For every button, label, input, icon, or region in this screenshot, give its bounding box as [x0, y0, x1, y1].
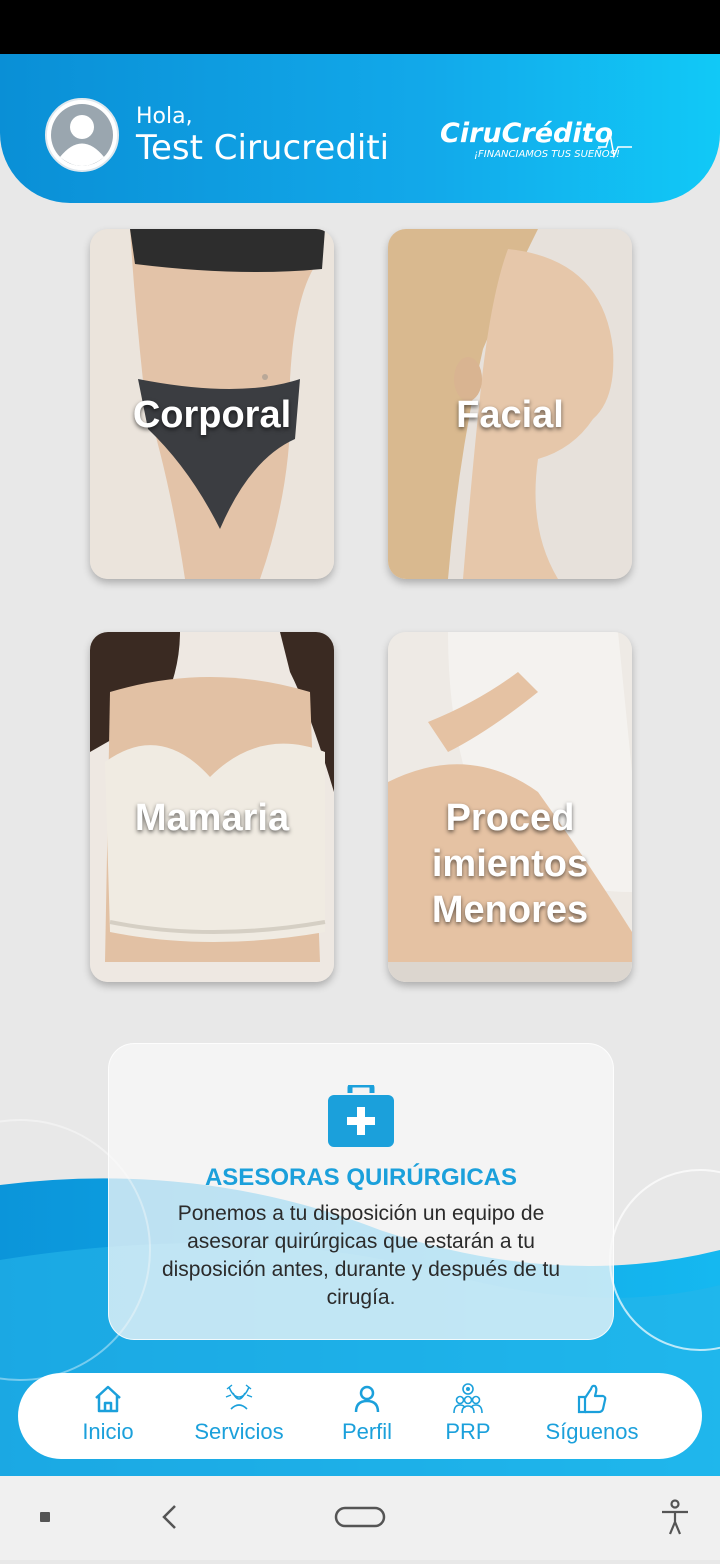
nav-label: Servicios — [194, 1419, 284, 1444]
category-label-line: Menores — [431, 889, 589, 931]
category-label: Facial — [456, 394, 564, 436]
recents-icon — [40, 1512, 50, 1522]
nav-label: Inicio — [82, 1419, 134, 1444]
header: Hola, Test Cirucrediti CiruCrédito ¡FINA… — [0, 54, 720, 203]
home-pill-icon — [334, 1506, 386, 1528]
nav-label: PRP — [445, 1419, 491, 1444]
category-card-procedimientos-menores[interactable]: Proced imientos Menores — [388, 632, 632, 982]
status-bar — [0, 0, 720, 54]
category-label-line: Proced — [445, 797, 575, 839]
nav-label: Perfil — [341, 1419, 393, 1444]
home-icon — [95, 1385, 121, 1413]
category-card-facial[interactable]: Facial — [388, 229, 632, 579]
info-title: ASESORAS QUIRÚRGICAS — [204, 1164, 518, 1191]
nav-item-perfil[interactable]: Perfil — [332, 1383, 402, 1453]
category-label-line: imientos — [431, 843, 589, 885]
nav-item-inicio[interactable]: Inicio — [68, 1383, 148, 1453]
category-label: Corporal — [132, 394, 292, 436]
brand-logo: CiruCrédito ¡FINANCIAMOS TUS SUEÑOS! — [440, 114, 635, 170]
services-icon — [225, 1384, 253, 1410]
category-card-corporal[interactable]: Corporal — [90, 229, 334, 579]
avatar[interactable] — [45, 98, 119, 172]
info-card-asesoras[interactable]: ASESORAS QUIRÚRGICAS Ponemos a tu dispos… — [108, 1043, 614, 1340]
nav-label: Síguenos — [545, 1419, 639, 1444]
accessibility-icon — [662, 1499, 688, 1535]
user-icon — [354, 1385, 380, 1413]
user-name: Test Cirucrediti — [136, 128, 390, 168]
nav-item-siguenos[interactable]: Síguenos — [538, 1383, 646, 1453]
bottom-nav: Inicio Servicios Perfil PRP Síguenos — [18, 1373, 702, 1459]
system-nav-icons — [40, 1499, 688, 1535]
nav-item-prp[interactable]: PRP — [436, 1383, 500, 1453]
heartbeat-line-icon — [598, 133, 632, 159]
greeting-text: Hola, — [136, 104, 193, 129]
thumbs-up-icon — [577, 1384, 607, 1414]
nav-item-servicios[interactable]: Servicios — [184, 1383, 294, 1453]
category-label: Mamaria — [134, 797, 290, 839]
category-card-mamaria[interactable]: Mamaria — [90, 632, 334, 982]
system-nav-bar — [0, 1476, 720, 1560]
user-avatar-icon — [47, 100, 117, 170]
brand-tagline: ¡FINANCIAMOS TUS SUEÑOS! — [474, 149, 620, 160]
first-aid-kit-icon — [328, 1085, 394, 1147]
info-description: Ponemos a tu disposición un equipo de as… — [161, 1202, 561, 1309]
group-icon — [453, 1383, 483, 1414]
category-label-multiline: Proced imientos Menores — [388, 795, 632, 933]
back-icon — [162, 1505, 176, 1529]
